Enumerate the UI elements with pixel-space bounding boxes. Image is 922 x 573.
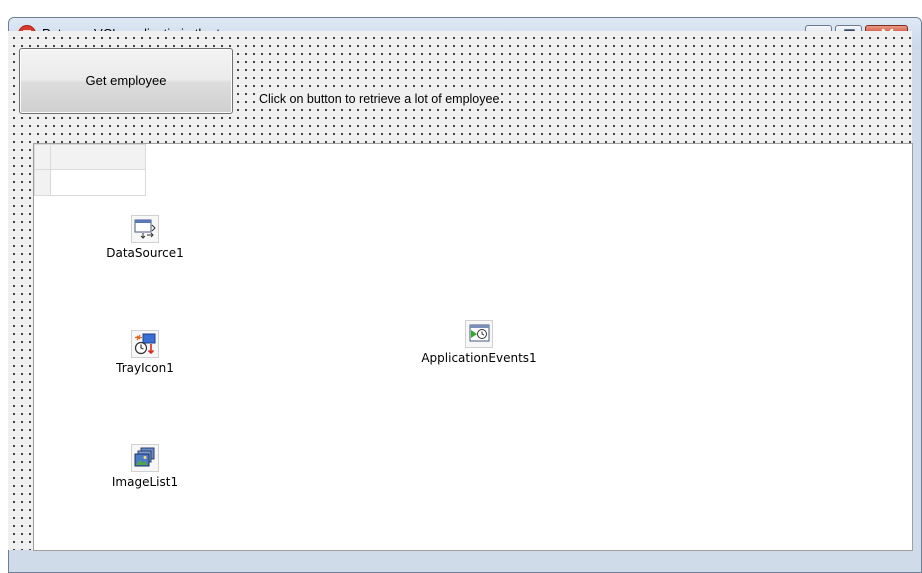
grid-column-header[interactable] [50, 144, 146, 170]
component-trayicon[interactable]: TrayIcon1 [80, 330, 210, 377]
grid-header [34, 144, 146, 196]
grid-corner-cell [34, 144, 51, 170]
component-label: ApplicationEvents1 [421, 351, 537, 365]
component-label: ImageList1 [111, 475, 179, 489]
component-applicationevents[interactable]: ApplicationEvents1 [414, 320, 544, 367]
get-employee-button[interactable]: Get employee [19, 48, 233, 114]
grid-data-cell[interactable] [50, 169, 146, 196]
hint-label: Click on button to retrieve a lot of emp… [259, 91, 500, 107]
grid-row-indicator [34, 169, 51, 196]
component-imagelist[interactable]: ImageList1 [80, 444, 210, 491]
trayicon-icon [131, 330, 159, 358]
datasource-icon [131, 215, 159, 243]
imagelist-icon [131, 444, 159, 472]
component-label: TrayIcon1 [116, 361, 174, 375]
component-label: DataSource1 [106, 246, 184, 260]
component-datasource[interactable]: DataSource1 [80, 215, 210, 262]
applicationevents-icon [465, 320, 493, 348]
